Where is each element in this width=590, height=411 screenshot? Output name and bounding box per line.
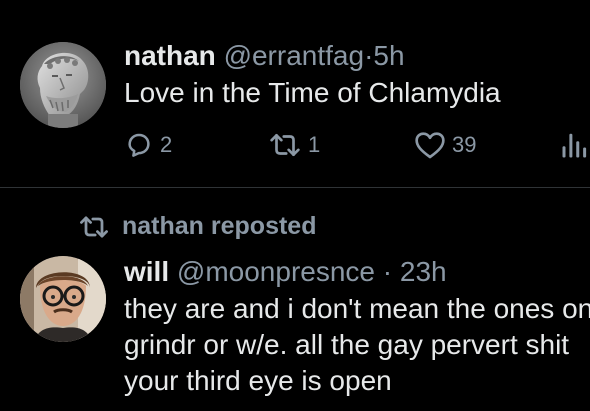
repost-icon: [78, 213, 110, 241]
timeline-feed: nathan @errantfag·5h Love in the Time of…: [0, 0, 590, 411]
man-with-glasses-avatar-icon: [20, 256, 106, 342]
tweet-actions: 2 1 39: [124, 128, 590, 162]
analytics-bar-icon: [560, 130, 590, 160]
avatar[interactable]: [20, 256, 106, 342]
like-count: 39: [452, 132, 477, 157]
reply-count: 2: [160, 132, 173, 157]
views-button[interactable]: [560, 128, 590, 162]
tweet-text-line: grindr or w/e. all the gay pervert shit: [124, 329, 570, 360]
tweet[interactable]: nathan @errantfag·5h Love in the Time of…: [0, 0, 590, 187]
reply-button[interactable]: 2: [124, 128, 172, 162]
reply-icon: [124, 130, 154, 160]
avatar[interactable]: [20, 42, 106, 128]
tweet-text: Love in the Time of Chlamydia: [124, 77, 501, 108]
reposted-by-label: nathan reposted: [122, 212, 317, 240]
separator-dot: ·: [382, 256, 393, 287]
repost-button[interactable]: 1: [268, 128, 320, 162]
tweet[interactable]: nathan reposted will @moonpresnce · 23h …: [0, 188, 590, 411]
classical-bust-avatar-icon: [20, 42, 106, 128]
repost-attribution[interactable]: nathan reposted: [78, 212, 316, 241]
tweet-text-line: they are and i don't mean the ones on: [124, 293, 590, 324]
author-handle[interactable]: @moonpresnce: [177, 256, 375, 287]
author-handle[interactable]: @errantfag: [224, 40, 365, 71]
tweet-header: will @moonpresnce · 23h: [124, 256, 447, 288]
like-button[interactable]: 39: [414, 128, 476, 162]
repost-count: 1: [308, 132, 321, 157]
timestamp[interactable]: 5h: [373, 40, 404, 71]
tweet-header: nathan @errantfag·5h: [124, 40, 405, 72]
timestamp[interactable]: 23h: [400, 256, 447, 287]
heart-icon: [414, 130, 446, 160]
author-name[interactable]: will: [124, 256, 169, 287]
repost-icon: [268, 130, 302, 160]
tweet-text-line: your third eye is open: [124, 365, 392, 396]
author-name[interactable]: nathan: [124, 40, 216, 71]
separator-dot: ·: [364, 40, 374, 71]
